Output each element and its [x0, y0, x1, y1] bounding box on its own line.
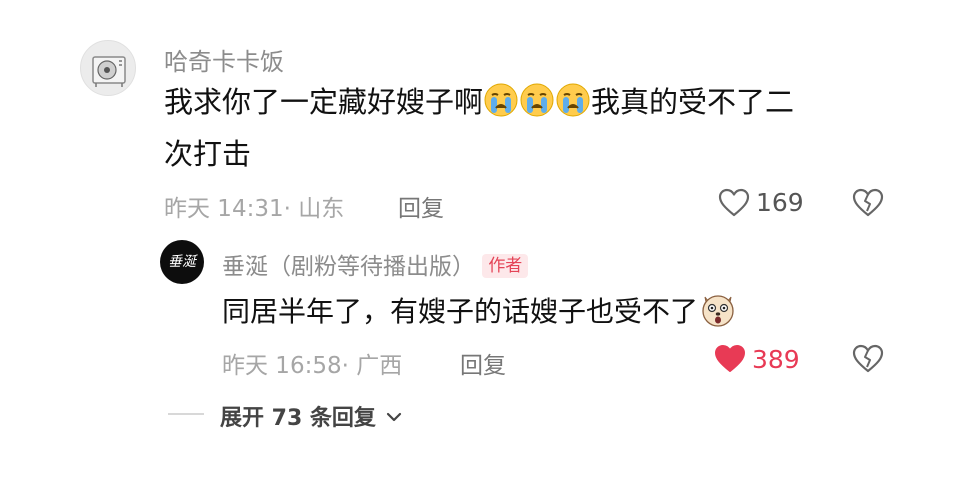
commenter-username[interactable]: 哈奇卡卡饭 [164, 42, 284, 77]
air-conditioner-avatar-image [92, 56, 126, 87]
comment-text-part2: 我真的受不了二 [591, 85, 795, 119]
comment-text-line2: 次打击 [164, 137, 252, 171]
reply-like-count: 389 [752, 345, 800, 374]
author-badge: 作者 [482, 254, 529, 278]
reply-text: 同居半年了，有嫂子的话嫂子也受不了 [222, 295, 699, 328]
commenter-avatar[interactable] [80, 40, 136, 96]
comment-like-count: 169 [756, 188, 804, 217]
crying-face-emoji-icon [555, 82, 591, 118]
like-heart-icon[interactable] [718, 188, 750, 218]
reply-reply-button[interactable]: 回复 [460, 346, 506, 380]
dislike-broken-heart-icon[interactable] [852, 344, 884, 374]
author-avatar-text: 垂涎 [168, 254, 196, 270]
comment-text-line1: 我求你了一定藏好嫂子啊 我真的受不了二 [164, 80, 794, 125]
shocked-dog-emoji-icon [698, 289, 738, 329]
expand-divider [168, 413, 204, 415]
author-username[interactable]: 垂涎（剧粉等待播出版） [222, 254, 475, 280]
reply-text-line: 同居半年了，有嫂子的话嫂子也受不了 [222, 289, 738, 334]
liked-heart-icon[interactable] [714, 344, 746, 374]
author-avatar[interactable]: 垂涎 [160, 240, 204, 284]
expand-replies-button[interactable]: 展开 73 条回复 [220, 400, 402, 432]
reply-meta: 昨天 16:58· 广西 [222, 353, 403, 379]
comment-text-part1: 我求你了一定藏好嫂子啊 [164, 85, 484, 119]
crying-face-emoji-icon [519, 82, 555, 118]
chevron-down-icon [386, 404, 402, 429]
comment-reply-button[interactable]: 回复 [398, 189, 444, 223]
dislike-broken-heart-icon[interactable] [852, 188, 884, 218]
expand-replies-label: 展开 73 条回复 [220, 406, 376, 431]
author-username-row: 垂涎（剧粉等待播出版） 作者 [222, 247, 529, 281]
comment-meta: 昨天 14:31· 山东 [164, 196, 345, 222]
crying-face-emoji-icon [483, 82, 519, 118]
